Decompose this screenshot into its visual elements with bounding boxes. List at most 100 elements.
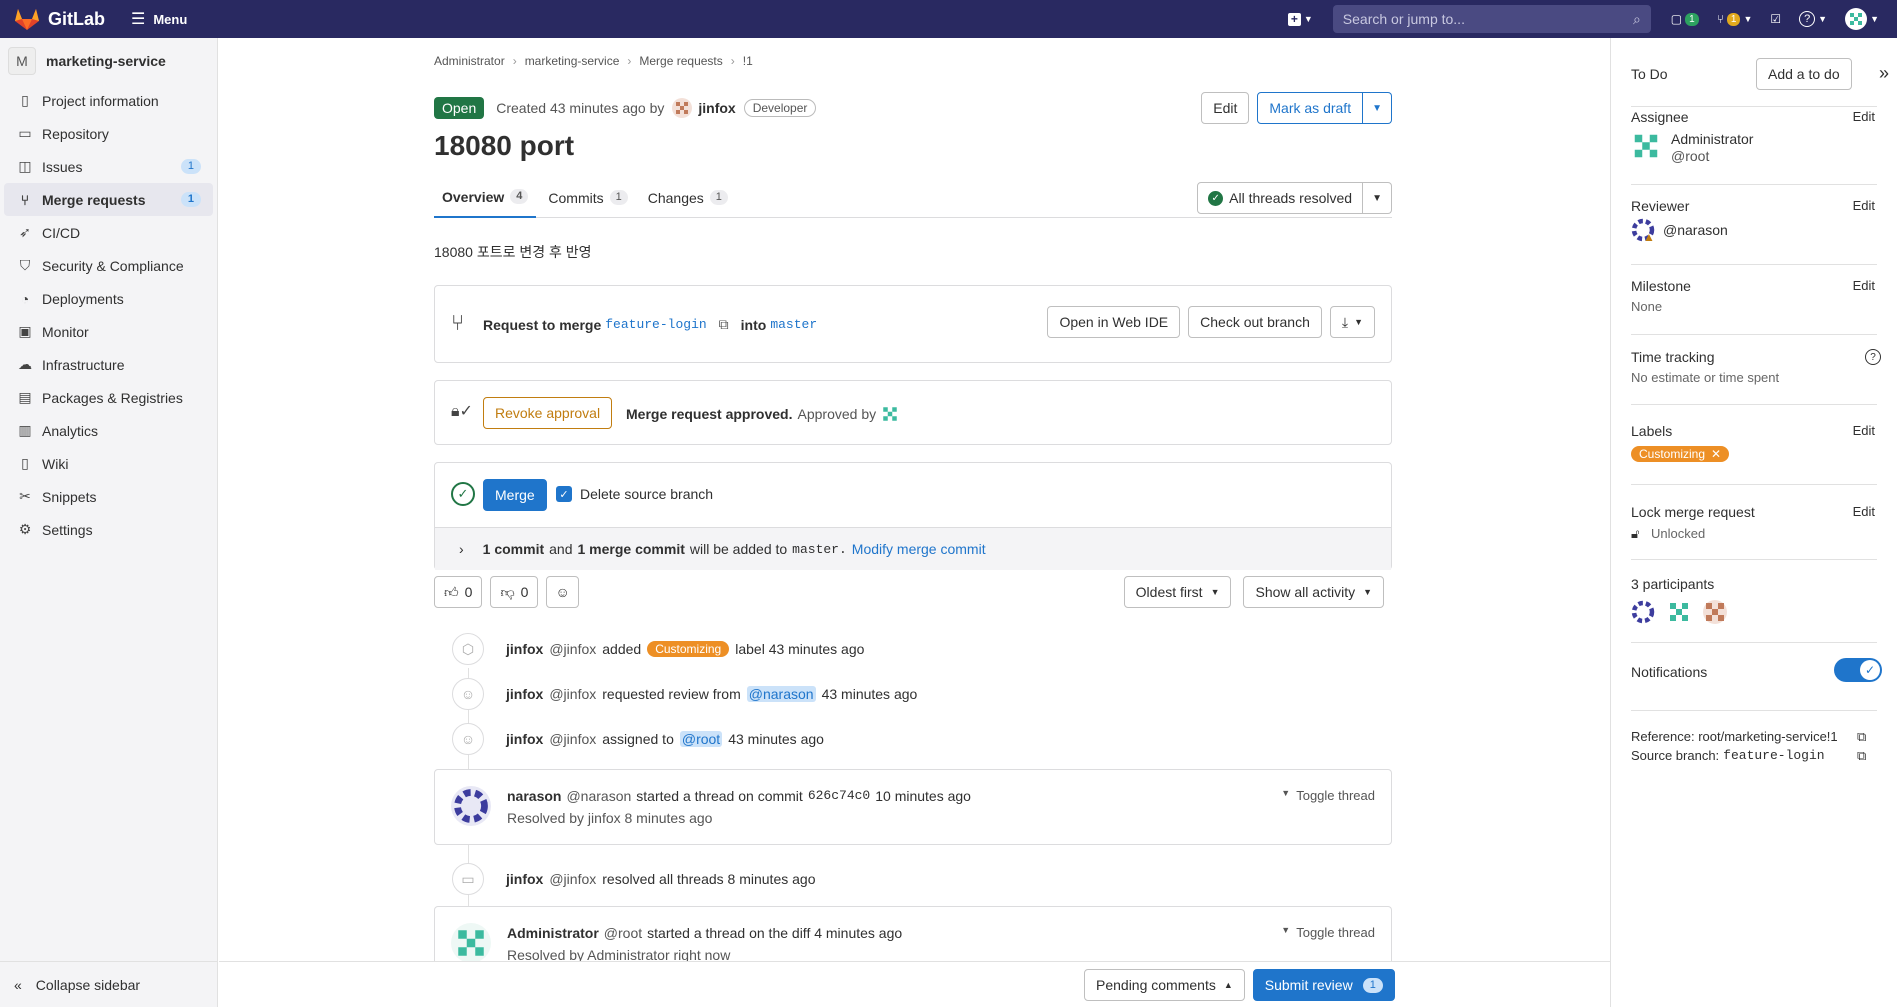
menu-button[interactable]: ☰ Menu <box>131 9 187 29</box>
chevron-right-icon[interactable]: › <box>459 541 464 557</box>
add-reaction-button[interactable]: ☺ <box>546 576 579 608</box>
collapse-sidebar-button[interactable]: « Collapse sidebar <box>0 961 218 1007</box>
tab-commits[interactable]: Commits 1 <box>540 178 635 218</box>
avatar[interactable] <box>1703 600 1727 624</box>
copy-icon[interactable]: ⧉ <box>719 316 729 333</box>
close-icon[interactable]: ✕ <box>1711 447 1721 461</box>
sidebar-item-analytics[interactable]: ▥ Analytics <box>4 414 213 447</box>
double-chevron-right-icon[interactable]: » <box>1879 63 1889 84</box>
user-link[interactable]: Administrator <box>507 925 599 941</box>
question-circle-icon[interactable]: ? <box>1865 349 1881 365</box>
user-mention[interactable]: @narason <box>746 686 816 702</box>
check-circle-icon: ✓ <box>451 482 475 506</box>
add-todo-button[interactable]: Add a to do <box>1756 58 1852 90</box>
todos-nav-button[interactable]: ☑ <box>1770 12 1781 26</box>
revoke-approval-button[interactable]: Revoke approval <box>483 397 613 429</box>
breadcrumb-item[interactable]: marketing-service <box>525 54 620 68</box>
submit-review-button[interactable]: Submit review 1 <box>1252 969 1395 1001</box>
user-menu-button[interactable]: ▼ <box>1845 8 1879 30</box>
sort-dropdown[interactable]: Oldest first ▼ <box>1123 576 1232 608</box>
sidebar-item-security[interactable]: ⛉ Security & Compliance <box>4 249 213 282</box>
sidebar-item-monitor[interactable]: ▣ Monitor <box>4 315 213 348</box>
thumbs-up-button[interactable]: 👍︎ 0 <box>434 576 483 608</box>
lock-edit-link[interactable]: Edit <box>1853 504 1875 519</box>
reviewer-handle[interactable]: @narason <box>1663 222 1728 238</box>
labels-edit-link[interactable]: Edit <box>1853 423 1875 438</box>
notifications-section: Notifications ✓ <box>1631 658 1882 688</box>
sidebar-item-packages[interactable]: ▤ Packages & Registries <box>4 381 213 414</box>
delete-branch-label: Delete source branch <box>580 486 714 502</box>
merge-requests-nav-button[interactable]: ⑂ 1 ▼ <box>1717 12 1753 26</box>
assignee-edit-link[interactable]: Edit <box>1853 109 1875 124</box>
sidebar-item-wiki[interactable]: ▯ Wiki <box>4 447 213 480</box>
avatar[interactable] <box>1631 600 1655 624</box>
user-link[interactable]: jinfox <box>506 731 543 747</box>
issues-nav-button[interactable]: ▢ 1 <box>1671 12 1699 26</box>
assignee-name[interactable]: Administrator <box>1671 131 1753 147</box>
sidebar-item-cicd[interactable]: ➶ CI/CD <box>4 216 213 249</box>
threads-dropdown-toggle[interactable]: ▼ <box>1363 182 1392 214</box>
thread-text: started a thread on commit <box>636 788 803 804</box>
sidebar-item-merge-requests[interactable]: ⑂ Merge requests 1 <box>4 183 213 216</box>
tab-overview[interactable]: Overview 4 <box>434 178 537 218</box>
target-branch-link[interactable]: master <box>770 317 817 332</box>
breadcrumb-item[interactable]: Administrator <box>434 54 505 68</box>
new-item-button[interactable]: + ▼ <box>1287 12 1313 26</box>
draft-dropdown-toggle[interactable]: ▼ <box>1363 92 1392 124</box>
merge-commit-count: 1 merge commit <box>577 541 685 557</box>
toggle-thread-button[interactable]: ▼ Toggle thread <box>1281 788 1375 803</box>
commit-sha[interactable]: 626c74c0 <box>808 788 870 804</box>
commit-summary: › 1 commit and 1 merge commit will be ad… <box>435 527 1391 570</box>
user-link[interactable]: jinfox <box>506 871 543 887</box>
activity-filter-dropdown[interactable]: Show all activity ▼ <box>1243 576 1384 608</box>
sidebar-item-repository[interactable]: ▭ Repository <box>4 117 213 150</box>
notifications-toggle[interactable]: ✓ <box>1834 658 1882 682</box>
sidebar-project-header[interactable]: M marketing-service <box>0 38 217 84</box>
thumbs-down-button[interactable]: 👎︎ 0 <box>490 576 539 608</box>
reviewer-edit-link[interactable]: Edit <box>1853 198 1875 213</box>
sidebar-item-issues[interactable]: ◫ Issues 1 <box>4 150 213 183</box>
avatar[interactable] <box>1667 600 1691 624</box>
label-badge[interactable]: Customizing ✕ <box>1631 446 1730 462</box>
tab-changes[interactable]: Changes 1 <box>640 178 736 218</box>
copy-icon[interactable]: ⧉ <box>1857 729 1866 745</box>
user-link[interactable]: jinfox <box>506 686 543 702</box>
sidebar-item-infrastructure[interactable]: ☁ Infrastructure <box>4 348 213 381</box>
modify-merge-commit-link[interactable]: Modify merge commit <box>852 541 986 557</box>
breadcrumb-item[interactable]: !1 <box>743 54 753 68</box>
copy-icon[interactable]: ⧉ <box>1857 748 1866 764</box>
resolved-text: Resolved by jinfox 8 minutes ago <box>507 810 713 826</box>
toggle-thread-button[interactable]: ▼ Toggle thread <box>1281 925 1375 940</box>
open-web-ide-button[interactable]: Open in Web IDE <box>1047 306 1181 338</box>
user-link[interactable]: jinfox <box>506 641 543 657</box>
sidebar-item-settings[interactable]: ⚙ Settings <box>4 513 213 546</box>
sidebar-item-snippets[interactable]: ✂ Snippets <box>4 480 213 513</box>
deployments-icon: ◔ <box>20 290 30 307</box>
threads-resolved-button[interactable]: ✓ All threads resolved <box>1197 182 1364 214</box>
sidebar-item-project-information[interactable]: ▯ Project information <box>4 84 213 117</box>
sidebar-item-deployments[interactable]: ◔ Deployments <box>4 282 213 315</box>
download-dropdown[interactable]: ⤓ ▼ <box>1329 306 1375 338</box>
pending-comments-button[interactable]: Pending comments ▲ <box>1084 969 1245 1001</box>
help-button[interactable]: ? ▼ <box>1799 11 1827 27</box>
edit-button[interactable]: Edit <box>1201 92 1250 124</box>
gitlab-logo[interactable]: GitLab <box>14 7 105 31</box>
user-mention[interactable]: @root <box>679 731 723 747</box>
breadcrumb-item[interactable]: Merge requests <box>639 54 722 68</box>
label-badge[interactable]: Customizing <box>647 641 730 657</box>
author-link[interactable]: jinfox <box>698 100 735 116</box>
user-icon: ☺ <box>452 723 484 755</box>
merge-button[interactable]: Merge <box>483 479 547 511</box>
source-branch-link[interactable]: feature-login <box>605 317 706 332</box>
mark-as-draft-button[interactable]: Mark as draft <box>1257 92 1364 124</box>
check-out-branch-button[interactable]: Check out branch <box>1188 306 1322 338</box>
sidebar-item-label: Analytics <box>42 422 99 439</box>
search-input[interactable]: Search or jump to... ⌕ <box>1332 5 1651 33</box>
sidebar-item-label: Settings <box>42 521 93 538</box>
chevron-up-icon: ▲ <box>1223 980 1233 990</box>
milestone-edit-link[interactable]: Edit <box>1853 278 1875 293</box>
collapse-label: Collapse sidebar <box>35 976 141 993</box>
user-link[interactable]: narason <box>507 788 561 804</box>
delete-source-branch-checkbox[interactable]: ✓ Delete source branch <box>556 486 713 502</box>
approved-by-label: Approved by <box>797 406 877 422</box>
